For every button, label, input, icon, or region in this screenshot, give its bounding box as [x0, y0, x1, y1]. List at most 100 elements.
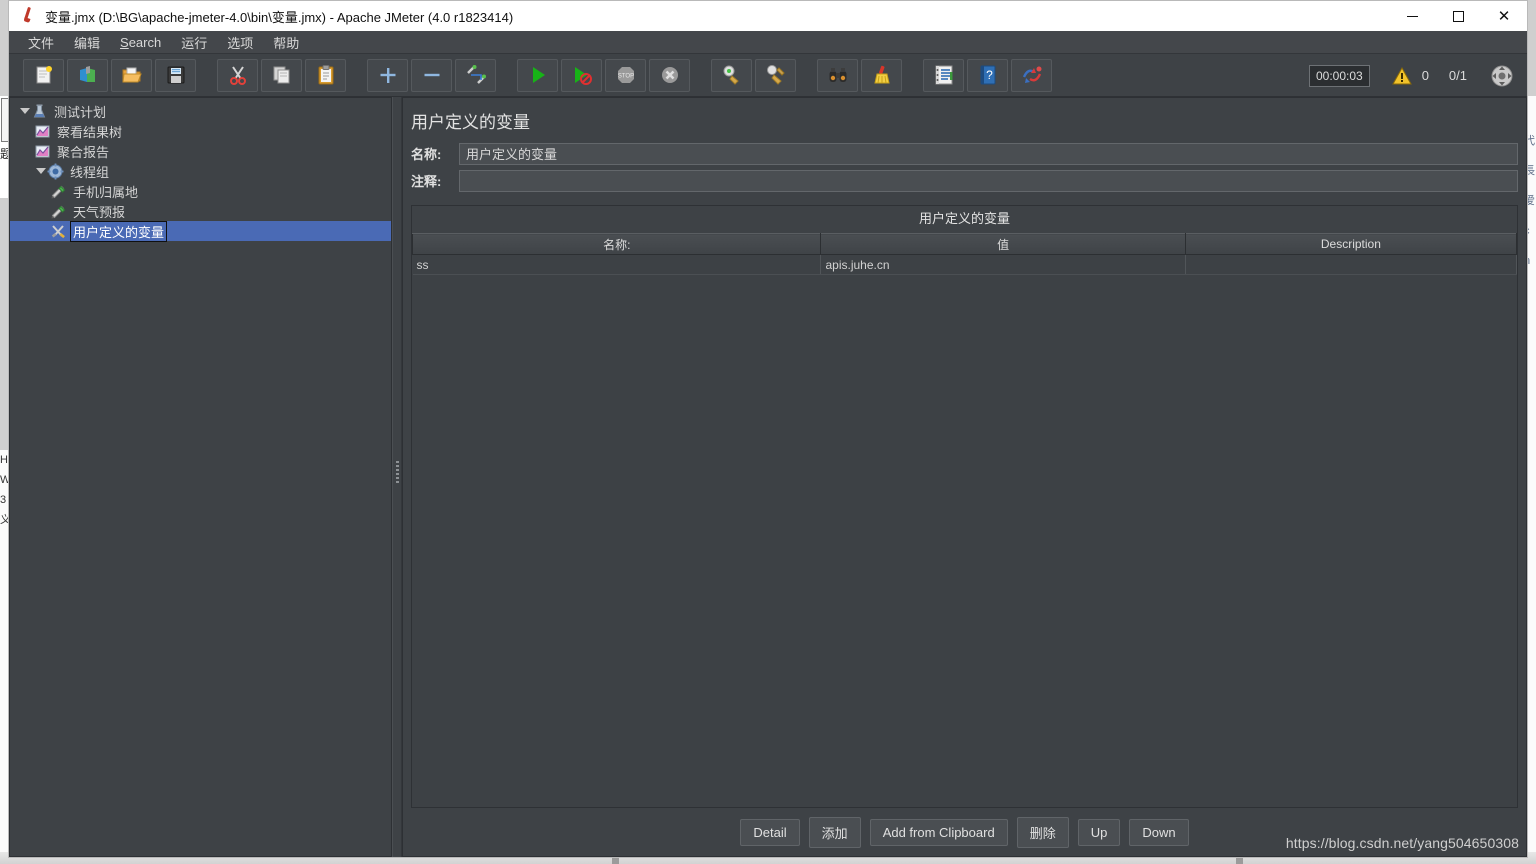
expand-arrows-icon[interactable] [1487, 61, 1517, 91]
toolbar-toggle[interactable] [455, 58, 496, 92]
tree-label: 察看结果树 [57, 124, 123, 140]
toolbar-reset-search[interactable] [861, 58, 902, 92]
toolbar-collapse-all[interactable] [411, 58, 452, 92]
copy-pages-icon [273, 66, 289, 84]
toolbar-search[interactable] [817, 58, 858, 92]
column-header-name[interactable]: 名称: [411, 233, 822, 255]
cell-variable-value[interactable]: apis.juhe.cn [820, 254, 1186, 275]
stop-octagon-icon: STOP [617, 67, 634, 83]
menu-help[interactable]: 帮助 [264, 31, 308, 54]
thread-group-icon [47, 163, 64, 179]
toolbar-templates[interactable] [67, 58, 108, 92]
toggle-icon [466, 65, 486, 84]
comment-input[interactable] [459, 169, 1518, 192]
menu-edit[interactable]: 编辑 [65, 31, 109, 54]
toolbar-clear-all[interactable] [755, 58, 796, 92]
table-row[interactable]: ss apis.juhe.cn [412, 254, 1518, 275]
toolbar-shutdown[interactable] [649, 58, 690, 92]
svg-text:?: ? [986, 68, 993, 82]
add-from-clipboard-button[interactable]: Add from Clipboard [869, 818, 1008, 846]
toolbar-start-no-pauses[interactable] [561, 58, 602, 92]
window-controls: ✕ [1389, 1, 1527, 31]
open-folder-icon [121, 67, 142, 83]
tree-label: 天气预报 [73, 204, 126, 220]
function-helper-icon [935, 65, 952, 85]
detail-button[interactable]: Detail [740, 818, 800, 846]
tree-node-aggregate-report[interactable]: 聚合报告 [10, 141, 391, 161]
aggregate-report-icon [35, 145, 50, 157]
watermark-url: https://blog.csdn.net/yang504650308 [1285, 835, 1519, 851]
name-field-row: 名称: [403, 141, 1526, 166]
cell-variable-description[interactable] [1185, 254, 1518, 275]
tree-node-weather-forecast[interactable]: 天气预报 [10, 201, 391, 221]
config-element-panel: 用户定义的变量 名称: 注释: 用户定义的变量 名称: 值 Descriptio… [402, 97, 1527, 857]
menu-options[interactable]: 选项 [218, 31, 262, 54]
main-split-pane: 测试计划 察看结果树 聚合报告 线程组 手机归属地 天气预报 用户定义的变量 用… [9, 97, 1527, 857]
name-input[interactable] [459, 142, 1518, 165]
toolbar-copy[interactable] [261, 58, 302, 92]
toolbar-status-area: 00:00:03 0 0/1 [1308, 54, 1517, 97]
undo-redo-icon [1022, 66, 1041, 83]
test-plan-tree[interactable]: 测试计划 察看结果树 聚合报告 线程组 手机归属地 天气预报 用户定义的变量 [9, 97, 392, 857]
toolbar-function-helper[interactable] [923, 58, 964, 92]
svg-text:STOP: STOP [617, 74, 633, 80]
user-defined-variables-icon [51, 224, 65, 238]
tree-node-view-results-tree[interactable]: 察看结果树 [10, 121, 391, 141]
tree-label: 用户定义的变量 [69, 220, 168, 242]
toolbar-new[interactable] [23, 58, 64, 92]
table-empty-area[interactable] [412, 275, 1517, 807]
table-header-row: 名称: 值 Description [411, 233, 1518, 255]
save-floppy-icon [167, 66, 184, 84]
maximize-icon[interactable] [1435, 1, 1481, 31]
delete-button[interactable]: 删除 [1016, 816, 1069, 848]
move-up-button[interactable]: Up [1077, 818, 1121, 846]
toolbar-clear[interactable] [711, 58, 752, 92]
move-down-button[interactable]: Down [1129, 818, 1189, 846]
tree-node-thread-group[interactable]: 线程组 [10, 161, 391, 181]
jmeter-main-window: 变量.jmx (D:\BG\apache-jmeter-4.0\bin\变量.j… [8, 0, 1528, 858]
menu-run[interactable]: 运行 [172, 31, 216, 54]
binoculars-search-icon [829, 68, 846, 82]
toolbar-templates-2[interactable] [1011, 58, 1052, 92]
toolbar-stop[interactable]: STOP [605, 58, 646, 92]
shutdown-icon [661, 67, 678, 83]
column-header-value[interactable]: 值 [820, 233, 1186, 255]
new-document-icon [36, 66, 52, 84]
plus-icon [380, 68, 395, 83]
clear-broom-icon [723, 65, 739, 85]
variables-table[interactable]: 名称: 值 Description ss apis.juhe.cn [411, 233, 1518, 275]
expand-arrow-icon[interactable] [34, 168, 47, 174]
expand-arrow-icon[interactable] [18, 108, 31, 114]
minimize-icon[interactable] [1389, 1, 1435, 31]
variables-table-container: 用户定义的变量 名称: 值 Description ss apis.juhe.c… [411, 205, 1518, 808]
tree-node-phone-location[interactable]: 手机归属地 [10, 181, 391, 201]
toolbar-start[interactable] [517, 58, 558, 92]
title-bar: 变量.jmx (D:\BG\apache-jmeter-4.0\bin\变量.j… [9, 1, 1527, 31]
jmeter-flask-icon [17, 5, 39, 27]
cell-variable-name[interactable]: ss [412, 254, 822, 275]
variables-table-caption: 用户定义的变量 [412, 206, 1517, 233]
toolbar-help[interactable]: ? [967, 58, 1008, 92]
toolbar-open[interactable] [111, 58, 152, 92]
toolbar-save[interactable] [155, 58, 196, 92]
toolbar: STOP ? 00:00:03 0 0/1 [9, 54, 1527, 97]
minus-icon [424, 73, 439, 77]
menu-search[interactable]: Search [111, 33, 170, 52]
panel-splitter[interactable] [392, 97, 402, 857]
toolbar-expand-all[interactable] [367, 58, 408, 92]
reset-search-broom-icon [873, 65, 890, 84]
toolbar-cut[interactable] [217, 58, 258, 92]
tree-label: 线程组 [70, 164, 110, 180]
view-results-tree-icon [35, 125, 50, 137]
menu-file[interactable]: 文件 [19, 31, 63, 54]
splitter-grip[interactable] [395, 461, 399, 493]
column-header-description[interactable]: Description [1184, 233, 1518, 255]
start-no-timers-icon [574, 67, 592, 85]
toolbar-paste[interactable] [305, 58, 346, 92]
tree-node-user-defined-variables[interactable]: 用户定义的变量 [10, 220, 391, 242]
close-icon[interactable]: ✕ [1481, 1, 1527, 31]
add-button[interactable]: 添加 [808, 816, 861, 848]
warning-triangle-icon[interactable] [1391, 66, 1412, 86]
name-label: 名称: [411, 147, 442, 162]
tree-node-test-plan[interactable]: 测试计划 [10, 101, 391, 121]
